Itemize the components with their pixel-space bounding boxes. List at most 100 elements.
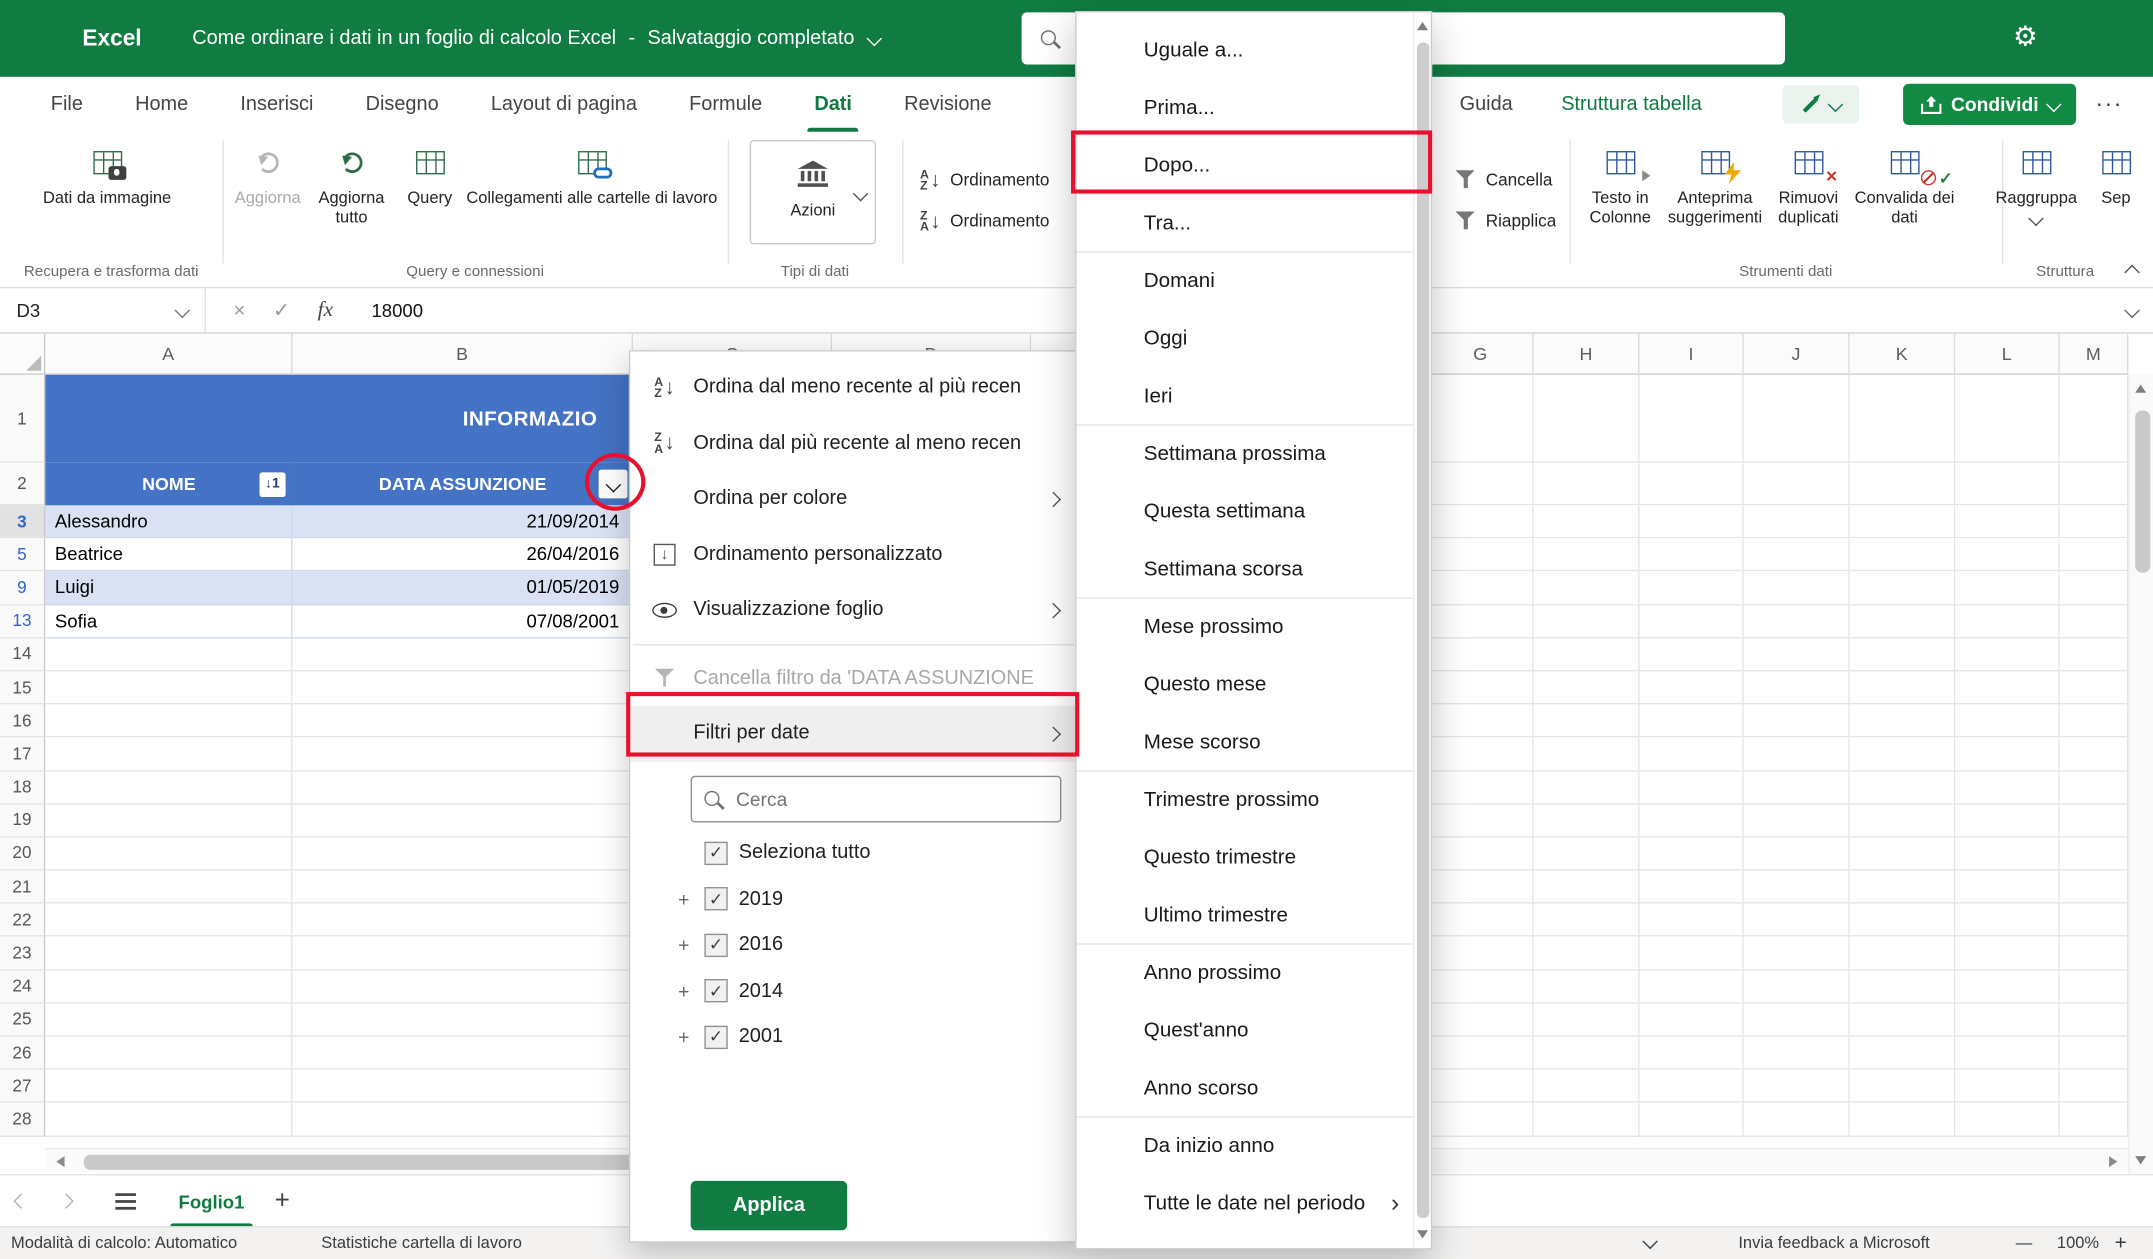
cell[interactable] xyxy=(1534,1070,1640,1103)
scroll-down-icon[interactable] xyxy=(2135,1156,2146,1164)
cell[interactable] xyxy=(2060,572,2129,605)
cell[interactable] xyxy=(1850,505,1956,538)
cell[interactable] xyxy=(1428,937,1534,970)
cell[interactable] xyxy=(1955,904,2059,937)
cell[interactable] xyxy=(1534,638,1640,671)
row-header[interactable]: 17 xyxy=(0,738,45,771)
tab-dati[interactable]: Dati xyxy=(788,77,878,132)
cell[interactable] xyxy=(1850,804,1956,837)
cell[interactable] xyxy=(292,871,633,904)
cell[interactable] xyxy=(1850,1037,1956,1070)
cell[interactable] xyxy=(1428,1037,1534,1070)
cell[interactable] xyxy=(1534,671,1640,704)
cell[interactable] xyxy=(1850,463,1956,506)
prev-sheet-icon[interactable] xyxy=(14,1194,29,1209)
chevron-down-icon[interactable] xyxy=(174,303,189,318)
vertical-scrollbar[interactable] xyxy=(2128,375,2153,1174)
sort-ascending-button[interactable]: AZ ↓ Ordinamento xyxy=(920,162,1082,198)
cell[interactable] xyxy=(1955,638,2059,671)
tab-formule[interactable]: Formule xyxy=(663,77,788,132)
cell[interactable] xyxy=(2060,738,2129,771)
cell[interactable] xyxy=(45,771,292,804)
row-header[interactable]: 5 xyxy=(0,539,45,572)
cell[interactable] xyxy=(1850,970,1956,1003)
document-title-area[interactable]: Come ordinare i dati in un foglio di cal… xyxy=(192,0,880,77)
expand-icon[interactable] xyxy=(674,888,693,910)
cell[interactable] xyxy=(1744,375,1850,463)
editing-mode-button[interactable] xyxy=(1782,85,1859,123)
cell[interactable] xyxy=(1534,572,1640,605)
text-to-columns-button[interactable]: Testo in Colonne xyxy=(1574,140,1667,227)
row-header[interactable]: 1 xyxy=(0,375,45,463)
checkbox-checked-icon[interactable] xyxy=(704,887,727,910)
cell[interactable] xyxy=(1850,539,1956,572)
cell[interactable] xyxy=(1428,463,1534,506)
submenu-item[interactable]: Tra... xyxy=(1077,194,1413,252)
sort-descending-button[interactable]: ZA ↓ Ordinamento xyxy=(920,203,1082,239)
cell[interactable] xyxy=(292,1037,633,1070)
cell[interactable] xyxy=(45,1103,292,1136)
submenu-item[interactable]: Settimana scorsa xyxy=(1077,540,1413,598)
cell[interactable] xyxy=(1639,1070,1743,1103)
row-header[interactable]: 13 xyxy=(0,605,45,638)
cell[interactable] xyxy=(1534,771,1640,804)
menu-item-sort-by-color[interactable]: Ordina per colore xyxy=(630,471,1076,527)
expand-icon[interactable] xyxy=(674,934,693,956)
cell-nome[interactable]: Sofia xyxy=(45,605,292,638)
workbook-statistics-button[interactable]: Statistiche cartella di lavoro xyxy=(321,1228,522,1259)
cell[interactable] xyxy=(1744,970,1850,1003)
cell[interactable] xyxy=(45,705,292,738)
scroll-up-icon[interactable] xyxy=(1417,22,1428,30)
row-header[interactable]: 27 xyxy=(0,1070,45,1103)
cell[interactable] xyxy=(1850,738,1956,771)
row-header[interactable]: 9 xyxy=(0,572,45,605)
cell[interactable] xyxy=(292,937,633,970)
column-header[interactable]: H xyxy=(1534,334,1640,375)
cell[interactable] xyxy=(1744,638,1850,671)
cell[interactable] xyxy=(45,904,292,937)
cell[interactable] xyxy=(292,804,633,837)
submenu-item[interactable]: Mese prossimo xyxy=(1077,597,1413,655)
cell[interactable] xyxy=(1639,1003,1743,1036)
cell[interactable] xyxy=(292,705,633,738)
cell[interactable] xyxy=(1850,572,1956,605)
row-header[interactable]: 2 xyxy=(0,463,45,506)
cell[interactable] xyxy=(2060,638,2129,671)
sheet-list-icon[interactable] xyxy=(115,1193,136,1196)
cell[interactable] xyxy=(1850,1070,1956,1103)
scroll-left-icon[interactable] xyxy=(56,1156,64,1167)
cell[interactable] xyxy=(292,738,633,771)
cell[interactable] xyxy=(1639,671,1743,704)
tab-guida[interactable]: Guida xyxy=(1434,77,1539,132)
submenu-item[interactable]: Da inizio anno xyxy=(1077,1116,1413,1174)
query-button[interactable]: Query xyxy=(395,140,464,208)
column-header[interactable]: M xyxy=(2060,334,2129,375)
tab-file[interactable]: File xyxy=(25,77,109,132)
submenu-item[interactable]: Questo trimestre xyxy=(1077,828,1413,886)
cell[interactable] xyxy=(1850,705,1956,738)
tab-home[interactable]: Home xyxy=(109,77,214,132)
cell[interactable] xyxy=(1955,463,2059,506)
workbook-links-button[interactable]: Collegamenti alle cartelle di lavoro xyxy=(464,140,719,208)
cell[interactable] xyxy=(45,1037,292,1070)
cell[interactable] xyxy=(1850,871,1956,904)
cell[interactable] xyxy=(1955,871,2059,904)
cell[interactable] xyxy=(292,904,633,937)
submenu-item[interactable]: Anno prossimo xyxy=(1077,943,1413,1001)
cell[interactable] xyxy=(1955,771,2059,804)
app-launcher-button[interactable] xyxy=(19,23,49,53)
submenu-item[interactable]: Questo mese xyxy=(1077,655,1413,713)
cell[interactable] xyxy=(1744,937,1850,970)
column-header[interactable]: B xyxy=(292,334,633,375)
insert-function-button[interactable]: fx xyxy=(318,298,333,323)
row-header[interactable]: 16 xyxy=(0,705,45,738)
column-header-data-assunzione[interactable]: DATA ASSUNZIONE xyxy=(292,463,633,506)
column-header[interactable]: G xyxy=(1428,334,1534,375)
column-header[interactable]: I xyxy=(1639,334,1743,375)
filter-option-year[interactable]: 2016 xyxy=(630,922,1076,968)
cell-nome[interactable]: Beatrice xyxy=(45,539,292,572)
cell[interactable] xyxy=(2060,1103,2129,1136)
cell[interactable] xyxy=(1534,375,1640,463)
row-header[interactable]: 20 xyxy=(0,837,45,870)
tab-disegno[interactable]: Disegno xyxy=(339,77,464,132)
